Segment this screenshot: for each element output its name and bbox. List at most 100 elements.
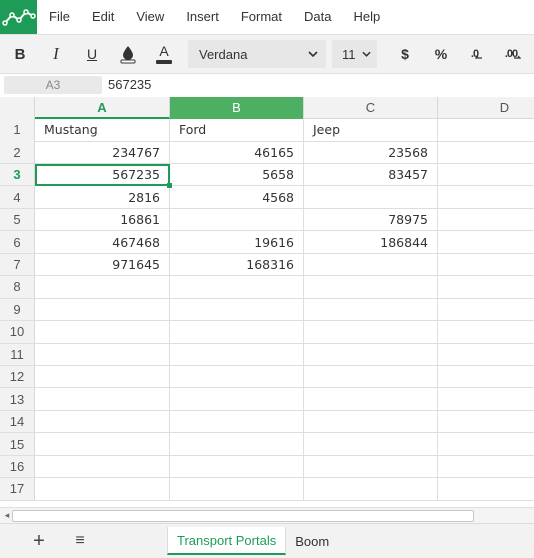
- cell-a15[interactable]: [35, 433, 170, 456]
- cell-a12[interactable]: [35, 365, 170, 389]
- cell-b6[interactable]: 19616: [170, 231, 304, 254]
- cell-a13[interactable]: [35, 388, 170, 411]
- column-header-b[interactable]: B: [170, 97, 304, 119]
- row-header[interactable]: 12: [0, 365, 35, 389]
- cell-b14[interactable]: [170, 410, 304, 434]
- cell-c9[interactable]: [304, 298, 438, 322]
- row-header[interactable]: 14: [0, 410, 35, 434]
- cell-c2[interactable]: 23568: [304, 141, 438, 164]
- menu-help[interactable]: Help: [342, 0, 391, 34]
- cell-d5[interactable]: [438, 209, 534, 232]
- cell-b16[interactable]: [170, 455, 304, 479]
- cell-a16[interactable]: [35, 455, 170, 479]
- cell-reference-box[interactable]: A3: [4, 76, 102, 94]
- cell-a8[interactable]: [35, 276, 170, 299]
- row-header[interactable]: 6: [0, 231, 35, 254]
- add-sheet-button[interactable]: +: [28, 530, 50, 553]
- row-header[interactable]: 1: [0, 119, 35, 142]
- increase-decimal-button[interactable]: .00: [495, 39, 531, 69]
- cell-b13[interactable]: [170, 388, 304, 411]
- menu-file[interactable]: File: [37, 0, 81, 34]
- cell-d3[interactable]: [438, 164, 534, 187]
- cell-a7[interactable]: 971645: [35, 253, 170, 277]
- cell-c12[interactable]: [304, 365, 438, 389]
- cell-d11[interactable]: [438, 344, 534, 366]
- cell-a9[interactable]: [35, 298, 170, 322]
- row-header[interactable]: 11: [0, 343, 35, 366]
- cell-d16[interactable]: [438, 456, 534, 479]
- decrease-decimal-button[interactable]: .0: [459, 39, 495, 69]
- cell-c4[interactable]: [304, 186, 438, 209]
- cell-c10[interactable]: [304, 321, 438, 344]
- row-header[interactable]: 4: [0, 186, 35, 209]
- percent-format-button[interactable]: %: [423, 39, 459, 69]
- cell-c1[interactable]: Jeep: [304, 119, 438, 142]
- cell-a3[interactable]: 567235: [35, 163, 170, 187]
- cell-b11[interactable]: [170, 343, 304, 366]
- cell-b1[interactable]: Ford: [170, 119, 304, 142]
- row-header[interactable]: 8: [0, 276, 35, 299]
- row-header[interactable]: 10: [0, 321, 35, 344]
- sheet-tab-transport-portals[interactable]: Transport Portals: [167, 527, 287, 555]
- cell-d14[interactable]: [438, 411, 534, 434]
- italic-button[interactable]: I: [38, 39, 74, 69]
- currency-format-button[interactable]: $: [387, 39, 423, 69]
- cell-d12[interactable]: [438, 366, 534, 389]
- cell-d10[interactable]: [438, 321, 534, 344]
- cell-c16[interactable]: [304, 455, 438, 479]
- cell-b15[interactable]: [170, 433, 304, 456]
- row-header[interactable]: 9: [0, 298, 35, 322]
- font-size-select[interactable]: 11: [332, 40, 377, 68]
- cell-c3[interactable]: 83457: [304, 163, 438, 187]
- underline-button[interactable]: U: [74, 39, 110, 69]
- column-header-a[interactable]: A: [35, 97, 170, 119]
- row-header[interactable]: 13: [0, 388, 35, 411]
- row-header[interactable]: 7: [0, 253, 35, 277]
- font-family-select[interactable]: Verdana: [188, 40, 326, 68]
- cell-c17[interactable]: [304, 478, 438, 501]
- cell-a6[interactable]: 467468: [35, 231, 170, 254]
- cell-c6[interactable]: 186844: [304, 231, 438, 254]
- row-header[interactable]: 5: [0, 208, 35, 232]
- sheet-list-button[interactable]: ≡: [69, 532, 91, 550]
- text-color-button[interactable]: A: [146, 39, 182, 69]
- row-header[interactable]: 16: [0, 455, 35, 479]
- cell-a1[interactable]: Mustang: [35, 119, 170, 142]
- cell-b17[interactable]: [170, 478, 304, 501]
- horizontal-scrollbar[interactable]: ◂: [0, 507, 534, 523]
- cell-a11[interactable]: [35, 343, 170, 366]
- column-header-c[interactable]: C: [304, 97, 438, 119]
- cell-a17[interactable]: [35, 478, 170, 501]
- menu-view[interactable]: View: [125, 0, 175, 34]
- scrollbar-thumb[interactable]: [12, 510, 474, 522]
- menu-edit[interactable]: Edit: [81, 0, 125, 34]
- cell-d9[interactable]: [438, 299, 534, 322]
- cell-b2[interactable]: 46165: [170, 141, 304, 164]
- cell-b7[interactable]: 168316: [170, 253, 304, 277]
- cell-d13[interactable]: [438, 388, 534, 411]
- cell-c7[interactable]: [304, 253, 438, 277]
- cell-b4[interactable]: 4568: [170, 186, 304, 209]
- cell-a14[interactable]: [35, 410, 170, 434]
- row-header[interactable]: 15: [0, 433, 35, 456]
- cell-d8[interactable]: [438, 276, 534, 299]
- cell-a4[interactable]: 2816: [35, 186, 170, 209]
- cell-d4[interactable]: [438, 186, 534, 209]
- cell-c8[interactable]: [304, 276, 438, 299]
- menu-format[interactable]: Format: [230, 0, 293, 34]
- cell-b5[interactable]: [170, 208, 304, 232]
- cell-c11[interactable]: [304, 343, 438, 366]
- cell-b3[interactable]: 5658: [170, 163, 304, 187]
- cell-d6[interactable]: [438, 231, 534, 254]
- cell-d2[interactable]: [438, 141, 534, 164]
- row-header[interactable]: 3: [0, 163, 35, 187]
- cell-b8[interactable]: [170, 276, 304, 299]
- bold-button[interactable]: B: [2, 39, 38, 69]
- cell-a10[interactable]: [35, 321, 170, 344]
- cell-c14[interactable]: [304, 410, 438, 434]
- column-header-d[interactable]: D: [438, 97, 534, 119]
- fill-color-button[interactable]: [110, 39, 146, 69]
- menu-data[interactable]: Data: [293, 0, 342, 34]
- cell-b12[interactable]: [170, 365, 304, 389]
- select-all-corner[interactable]: [0, 97, 35, 119]
